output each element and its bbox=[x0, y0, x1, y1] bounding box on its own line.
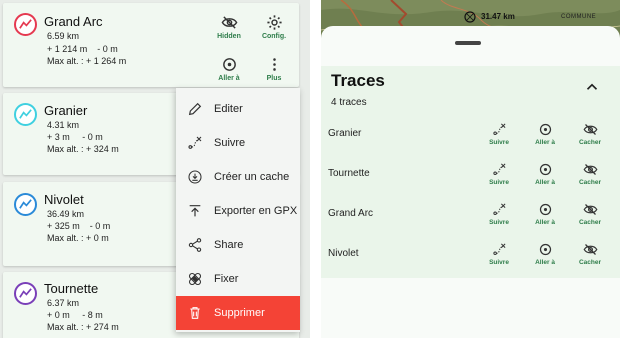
goto-button[interactable]: Aller à bbox=[525, 202, 565, 226]
bandage-icon bbox=[188, 272, 202, 286]
track-distance: 6.59 km bbox=[47, 31, 80, 41]
track-distance: 4.31 km bbox=[47, 120, 80, 130]
more-vertical-icon bbox=[272, 58, 276, 71]
eye-off-icon bbox=[583, 244, 597, 255]
track-max-altitude: Max alt. : + 274 m bbox=[47, 322, 119, 332]
pane-divider bbox=[310, 0, 321, 338]
traces-count: 4 traces bbox=[331, 97, 367, 108]
track-icon bbox=[14, 282, 37, 305]
track-max-altitude: Max alt. : + 0 m bbox=[47, 233, 109, 243]
track-name: Grand Arc bbox=[44, 14, 103, 29]
route-icon bbox=[492, 123, 505, 135]
menu-item-delete[interactable]: Supprimer bbox=[176, 296, 300, 330]
route-icon bbox=[492, 203, 505, 215]
track-max-altitude: Max alt. : + 1 264 m bbox=[47, 56, 127, 66]
track-elevation: + 1 214 m - 0 m bbox=[47, 44, 118, 54]
track-icon bbox=[14, 103, 37, 126]
trace-row-name: Tournette bbox=[328, 168, 370, 179]
hide-button[interactable]: Cacher bbox=[570, 122, 610, 146]
trash-icon bbox=[190, 307, 200, 319]
trace-row-name: Granier bbox=[328, 128, 362, 139]
eye-off-icon bbox=[583, 164, 597, 175]
track-context-menu: Editer Suivre Créer un cache Exporter en… bbox=[176, 88, 300, 332]
track-icon bbox=[14, 13, 37, 36]
menu-item-follow[interactable]: Suivre bbox=[176, 126, 300, 160]
eye-off-icon bbox=[583, 124, 597, 135]
hide-button[interactable]: Cacher bbox=[570, 242, 610, 266]
upload-icon bbox=[189, 205, 201, 217]
track-elevation: + 325 m - 0 m bbox=[47, 221, 111, 231]
share-icon bbox=[188, 238, 202, 252]
hidden-button[interactable]: Hidden bbox=[209, 14, 249, 40]
menu-item-fix[interactable]: Fixer bbox=[176, 262, 300, 296]
track-elevation: + 0 m - 8 m bbox=[47, 310, 103, 320]
goto-button[interactable]: Aller à bbox=[525, 242, 565, 266]
gear-icon bbox=[266, 15, 282, 30]
traces-bottom-sheet: Traces 4 traces Granier Suivre Aller à C… bbox=[321, 26, 620, 338]
map-traces-pane: 31.47 km COMMUNE Traces 4 traces Granier… bbox=[321, 0, 620, 338]
target-icon bbox=[222, 58, 236, 71]
download-icon bbox=[188, 170, 202, 184]
eye-off-icon bbox=[221, 16, 237, 29]
track-name: Nivolet bbox=[44, 192, 84, 207]
config-button[interactable]: Config. bbox=[254, 14, 294, 40]
track-icon bbox=[14, 193, 37, 216]
goto-button[interactable]: Aller à bbox=[209, 56, 249, 82]
hide-button[interactable]: Cacher bbox=[570, 202, 610, 226]
pencil-icon bbox=[188, 102, 202, 116]
goto-button[interactable]: Aller à bbox=[525, 122, 565, 146]
follow-button[interactable]: Suivre bbox=[479, 122, 519, 146]
route-icon bbox=[188, 136, 202, 149]
menu-item-create-cache[interactable]: Créer un cache bbox=[176, 160, 300, 194]
menu-item-edit[interactable]: Editer bbox=[176, 92, 300, 126]
eye-off-icon bbox=[583, 204, 597, 215]
traces-title: Traces bbox=[331, 71, 385, 90]
goto-button[interactable]: Aller à bbox=[525, 162, 565, 186]
track-max-altitude: Max alt. : + 324 m bbox=[47, 144, 119, 154]
route-icon bbox=[492, 243, 505, 255]
more-button[interactable]: Plus bbox=[254, 56, 294, 82]
trace-row-name: Grand Arc bbox=[328, 208, 374, 219]
chevron-up-icon[interactable] bbox=[583, 78, 601, 96]
target-icon bbox=[539, 163, 551, 176]
target-icon bbox=[539, 123, 551, 136]
target-icon bbox=[539, 203, 551, 216]
trace-row-name: Nivolet bbox=[328, 248, 359, 259]
menu-item-export-gpx[interactable]: Exporter en GPX bbox=[176, 194, 300, 228]
hide-button[interactable]: Cacher bbox=[570, 162, 610, 186]
track-name: Granier bbox=[44, 103, 88, 118]
sheet-drag-handle[interactable] bbox=[455, 41, 481, 45]
map-place-label: COMMUNE bbox=[561, 14, 597, 20]
route-icon bbox=[492, 163, 505, 175]
target-icon bbox=[539, 243, 551, 256]
map-scale-label: 31.47 km bbox=[481, 12, 515, 21]
follow-button[interactable]: Suivre bbox=[479, 202, 519, 226]
track-list-pane: Grand Arc 6.59 km + 1 214 m - 0 m Max al… bbox=[0, 0, 310, 338]
track-card-grand-arc[interactable]: Grand Arc 6.59 km + 1 214 m - 0 m Max al… bbox=[3, 3, 299, 87]
track-distance: 36.49 km bbox=[47, 209, 85, 219]
menu-item-share[interactable]: Share bbox=[176, 228, 300, 262]
track-elevation: + 3 m - 0 m bbox=[47, 132, 103, 142]
track-name: Tournette bbox=[44, 281, 99, 296]
follow-button[interactable]: Suivre bbox=[479, 242, 519, 266]
track-distance: 6.37 km bbox=[47, 298, 80, 308]
follow-button[interactable]: Suivre bbox=[479, 162, 519, 186]
